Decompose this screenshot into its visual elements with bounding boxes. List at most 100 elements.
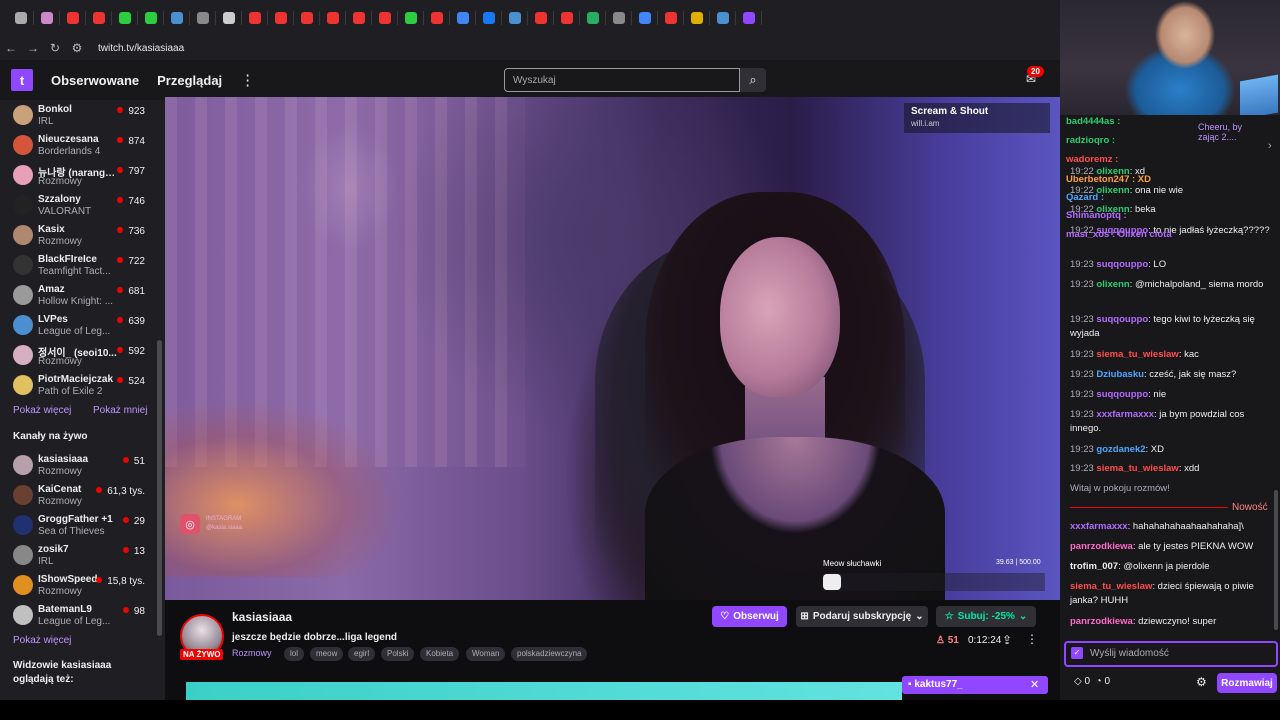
gift-sub-button[interactable]: ⊞ Podaruj subskrypcję ⌄ — [796, 606, 928, 627]
more-options-icon[interactable]: ⋮ — [1026, 632, 1038, 646]
chat-username[interactable]: panrzodkiewa — [1070, 616, 1133, 627]
chat-username[interactable]: siema_tu_wieslaw — [1070, 581, 1152, 592]
browser-tab[interactable] — [112, 0, 138, 36]
sidebar-channel[interactable]: zosik7 IRL 13 — [0, 540, 160, 570]
browser-tab[interactable] — [658, 0, 684, 36]
browser-tab[interactable] — [34, 0, 60, 36]
chat-username[interactable]: Dziubasku — [1096, 369, 1144, 380]
browser-tab[interactable] — [138, 0, 164, 36]
category-link[interactable]: Rozmowy — [232, 648, 272, 658]
tag-pill[interactable]: lol — [284, 647, 305, 661]
browser-tab[interactable] — [346, 0, 372, 36]
channel-avatar — [13, 575, 33, 595]
browser-tab[interactable] — [86, 0, 112, 36]
chat-scrollbar[interactable] — [1274, 490, 1278, 630]
browser-tab[interactable] — [216, 0, 242, 36]
chat-username[interactable]: gozdanek2 — [1096, 444, 1145, 455]
show-less-link[interactable]: Pokaż mniej — [93, 405, 147, 416]
forward-icon[interactable]: → — [22, 41, 44, 55]
browser-tab[interactable] — [242, 0, 268, 36]
twitch-logo-icon[interactable]: t — [11, 69, 33, 91]
browser-tab[interactable] — [632, 0, 658, 36]
channel-category: Rozmowy — [38, 466, 82, 477]
follow-button[interactable]: ♡ Obserwuj — [712, 606, 787, 627]
tag-pill[interactable]: polskadziewczyna — [511, 647, 588, 661]
site-info-icon[interactable]: ⚙ — [66, 41, 88, 55]
chat-username[interactable]: siema_tu_wieslaw — [1096, 349, 1178, 360]
stream-title: jeszcze będzie dobrze...liga legend — [232, 632, 398, 643]
sidebar-channel[interactable]: Szzalony VALORANT 746 — [0, 190, 160, 220]
chat-username[interactable]: xxxfarmaxxx — [1096, 409, 1154, 420]
chat-send-button[interactable]: Rozmawiaj — [1217, 673, 1277, 693]
sidebar-channel[interactable]: BatemanL9 League of Leg... 98 — [0, 600, 160, 630]
share-icon[interactable]: ⇪ — [1002, 633, 1012, 647]
sidebar-channel[interactable]: IShowSpeed Rozmowy 15,8 tys. — [0, 570, 160, 600]
badge-icon[interactable]: ✓ — [1071, 647, 1083, 659]
sidebar-channel[interactable]: BlackFIreIce Teamfight Tact... 722 — [0, 250, 160, 280]
chat-username[interactable]: xxxfarmaxxx — [1070, 521, 1128, 532]
browser-tab[interactable] — [320, 0, 346, 36]
sidebar-channel[interactable]: GroggFather +1 Sea of Thieves 29 — [0, 510, 160, 540]
chat-username[interactable]: suqqouppo — [1096, 314, 1148, 325]
sidebar-channel[interactable]: Bonkol IRL 923 — [0, 100, 160, 130]
sidebar-channel[interactable]: 정서이_ (seoi10... Rozmowy 592 — [0, 340, 160, 370]
sidebar-channel[interactable]: Nieuczesana Borderlands 4 874 — [0, 130, 160, 160]
close-icon[interactable]: ✕ — [1030, 678, 1039, 691]
chat-username[interactable]: suqqouppo — [1096, 389, 1148, 400]
browser-tab[interactable] — [554, 0, 580, 36]
sidebar-channel[interactable]: Kasix Rozmowy 736 — [0, 220, 160, 250]
nav-following[interactable]: Obserwowane — [51, 73, 139, 88]
browser-tab[interactable] — [372, 0, 398, 36]
browser-tab[interactable] — [736, 0, 762, 36]
browser-tab[interactable] — [268, 0, 294, 36]
url-text[interactable]: twitch.tv/kasiasiaaa — [98, 43, 184, 54]
tag-pill[interactable]: Polski — [381, 647, 415, 661]
browser-tab[interactable] — [684, 0, 710, 36]
browser-tab[interactable] — [398, 0, 424, 36]
chat-username[interactable]: olixenn — [1096, 279, 1129, 290]
search-input[interactable]: Wyszukaj — [504, 68, 740, 92]
browser-tab[interactable] — [424, 0, 450, 36]
browser-tab[interactable] — [580, 0, 606, 36]
sidebar-channel[interactable]: LVPes League of Leg... 639 — [0, 310, 160, 340]
sidebar-channel[interactable]: Amaz Hollow Knight: ... 681 — [0, 280, 160, 310]
gear-icon[interactable]: ⚙ — [1196, 675, 1207, 689]
tag-pill[interactable]: Woman — [466, 647, 506, 661]
browser-tab[interactable] — [502, 0, 528, 36]
browser-tab[interactable] — [606, 0, 632, 36]
browser-tab[interactable] — [710, 0, 736, 36]
subscribe-button[interactable]: ☆ Subuj: -25% ⌄ — [936, 606, 1036, 627]
nav-browse[interactable]: Przeglądaj — [157, 73, 222, 88]
browser-tab[interactable] — [476, 0, 502, 36]
browser-tab[interactable] — [190, 0, 216, 36]
video-player[interactable] — [165, 97, 1060, 600]
more-icon[interactable]: ⋮ — [240, 71, 255, 89]
chat-username[interactable]: trofim_007 — [1070, 561, 1118, 572]
browser-tab[interactable] — [450, 0, 476, 36]
chat-username[interactable]: panrzodkiewa — [1070, 541, 1133, 552]
channel-name[interactable]: kasiasiaaa — [232, 610, 292, 624]
browser-tab[interactable] — [294, 0, 320, 36]
sidebar-scrollbar[interactable] — [157, 340, 162, 636]
sidebar-channel[interactable]: KaiCenat Rozmowy 61,3 tys. — [0, 480, 160, 510]
reload-icon[interactable]: ↻ — [44, 41, 66, 55]
tag-pill[interactable]: meow — [310, 647, 344, 661]
chat-username[interactable]: siema_tu_wieslaw — [1096, 463, 1178, 474]
search-button[interactable]: ⌕ — [740, 68, 766, 92]
bits-points[interactable]: ◇ 0 ◔ 0 — [1074, 676, 1110, 687]
tag-pill[interactable]: egirl — [348, 647, 376, 661]
browser-tab[interactable] — [528, 0, 554, 36]
browser-tab[interactable] — [60, 0, 86, 36]
show-more-link[interactable]: Pokaż więcej — [13, 635, 71, 646]
collapse-chat-icon[interactable]: › — [1268, 140, 1272, 152]
sidebar-channel[interactable]: 뉴나랑 (narang_... Rozmowy 797 — [0, 160, 160, 190]
chat-username[interactable]: suqqouppo — [1096, 259, 1148, 270]
browser-tab[interactable] — [8, 0, 34, 36]
back-icon[interactable]: ← — [0, 41, 22, 55]
sidebar-channel[interactable]: PiotrMaciejczak Path of Exile 2 524 — [0, 370, 160, 400]
browser-tab[interactable] — [164, 0, 190, 36]
sidebar-channel[interactable]: kasiasiaaa Rozmowy 51 — [0, 450, 160, 480]
tag-pill[interactable]: Kobieta — [420, 647, 460, 661]
show-more-link[interactable]: Pokaż więcej — [13, 405, 71, 416]
now-playing-overlay: Scream & Shout will.i.am — [904, 103, 1050, 133]
